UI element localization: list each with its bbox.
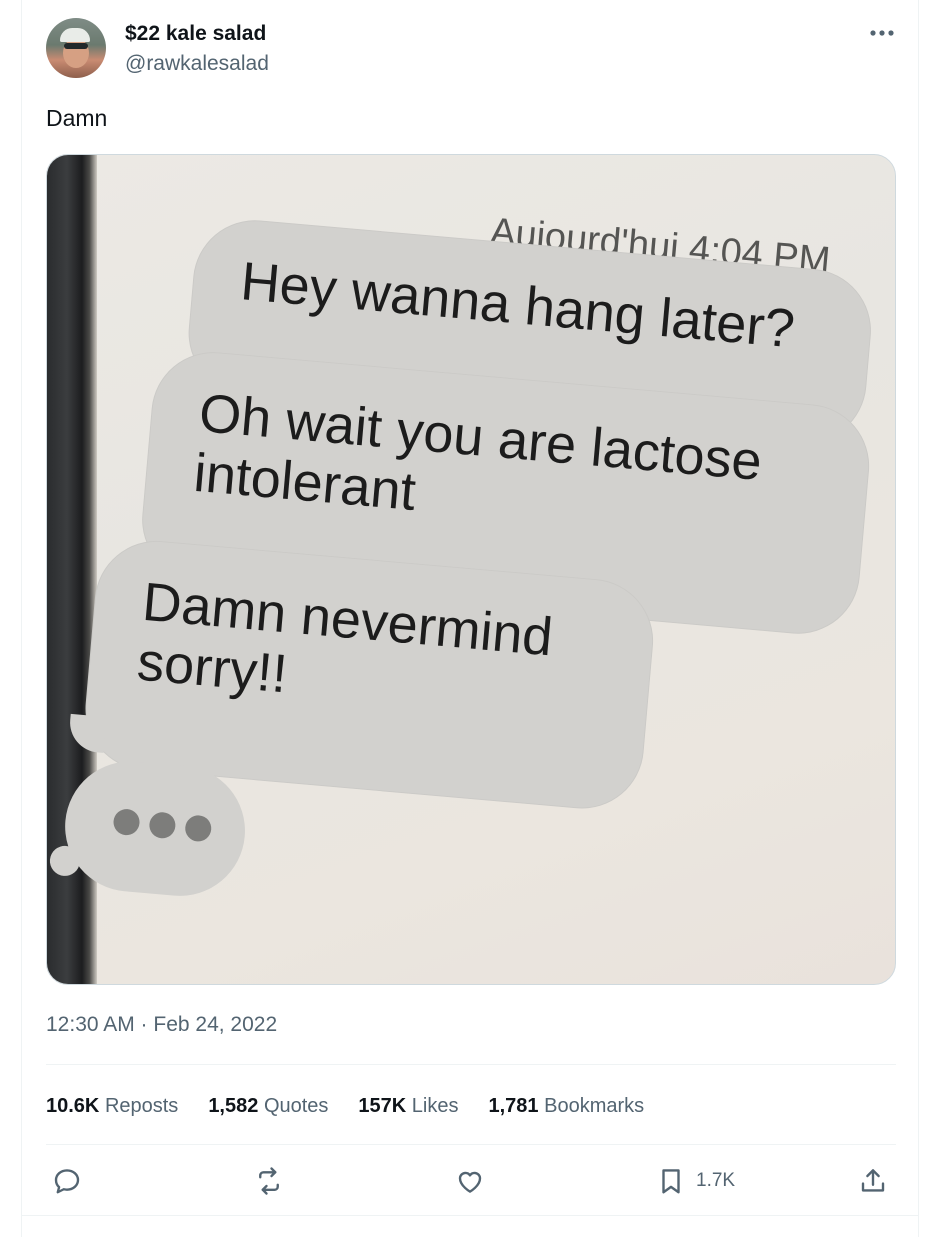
share-button[interactable]	[858, 1162, 888, 1200]
bookmarks-label: Bookmarks	[544, 1095, 645, 1117]
repost-button[interactable]	[254, 1162, 284, 1200]
bookmark-icon	[662, 1169, 680, 1194]
typing-dot	[184, 814, 213, 843]
repost-icon	[259, 1167, 279, 1195]
typing-indicator	[48, 756, 251, 902]
share-icon	[861, 1169, 885, 1192]
card-bottom-divider	[21, 1215, 919, 1216]
typing-dot	[148, 811, 177, 840]
divider	[46, 1144, 896, 1145]
message-bubble-text: Damn nevermind sorry!!	[134, 571, 556, 705]
reposts-stat[interactable]: 10.6K Reposts	[46, 1093, 178, 1119]
reply-button[interactable]	[52, 1162, 82, 1200]
more-icon	[870, 30, 894, 36]
bubble-tail	[67, 713, 107, 753]
message-screen: Aujourd'hui 4:04 PM Hey wanna hang later…	[47, 155, 895, 984]
like-button[interactable]	[455, 1162, 485, 1200]
avatar-glasses	[64, 43, 88, 49]
more-options-button[interactable]	[862, 20, 902, 46]
author-display-name[interactable]: $22 kale salad	[125, 21, 266, 47]
typing-tail	[48, 844, 82, 878]
bookmarks-stat[interactable]: 1,781 Bookmarks	[489, 1093, 645, 1119]
like-icon	[458, 1171, 482, 1193]
divider	[46, 1064, 896, 1065]
reposts-count: 10.6K	[46, 1095, 100, 1117]
bookmark-count: 1.7K	[696, 1170, 736, 1191]
typing-dot	[112, 808, 141, 837]
likes-label: Likes	[411, 1095, 459, 1117]
quotes-label: Quotes	[263, 1095, 329, 1117]
bookmarks-count: 1,781	[488, 1095, 539, 1117]
likes-stat[interactable]: 157K Likes	[358, 1093, 458, 1119]
likes-count: 157K	[358, 1095, 407, 1117]
engagement-stats: 10.6K Reposts 1,582 Quotes 157K Likes 1,…	[46, 1093, 674, 1119]
avatar-cap	[60, 28, 90, 42]
tweet-timestamp[interactable]: 12:30 AM · Feb 24, 2022	[46, 1012, 277, 1038]
avatar[interactable]	[46, 18, 106, 78]
reply-icon	[54, 1169, 80, 1194]
quotes-stat[interactable]: 1,582 Quotes	[208, 1093, 328, 1119]
reposts-label: Reposts	[104, 1095, 179, 1117]
quotes-count: 1,582	[208, 1095, 259, 1117]
bookmark-button[interactable]: 1.7K	[656, 1162, 735, 1200]
tweet-image[interactable]: Aujourd'hui 4:04 PM Hey wanna hang later…	[46, 154, 896, 985]
tweet-text: Damn	[46, 105, 108, 131]
author-handle[interactable]: @rawkalesalad	[125, 51, 269, 77]
